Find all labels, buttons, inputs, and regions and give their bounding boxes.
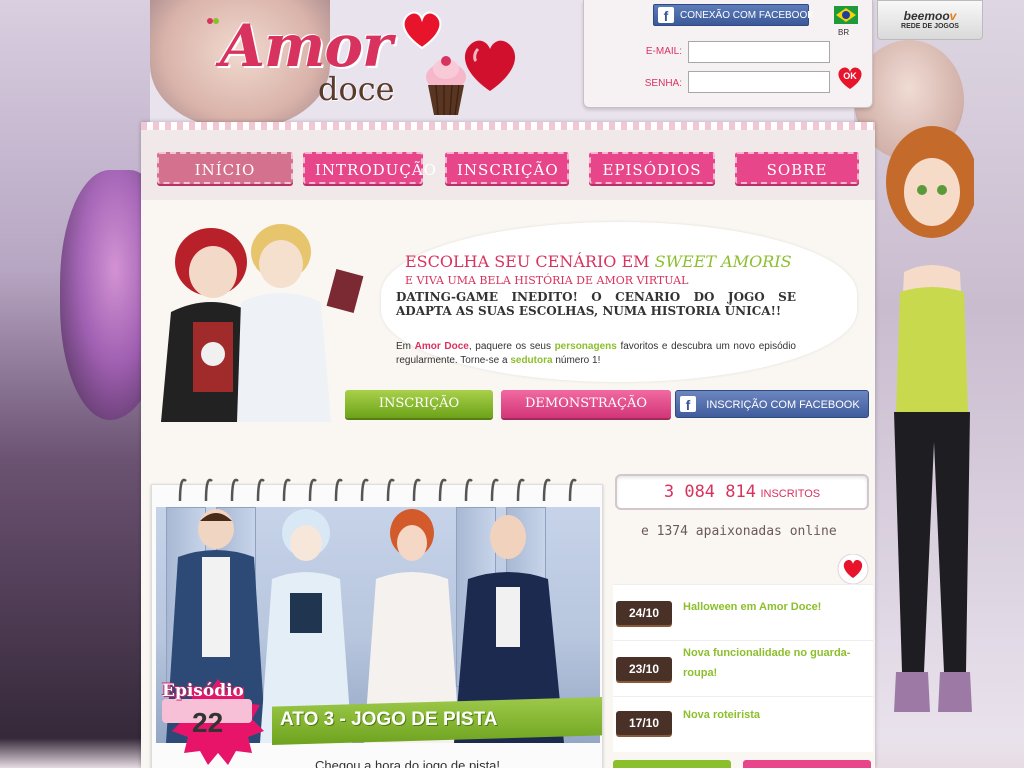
network-name: beemoov — [903, 9, 957, 23]
logo-doce-text: doce — [318, 70, 395, 108]
heart-icon — [402, 11, 442, 50]
bottom-demo-button[interactable] — [743, 760, 871, 768]
facebook-signup-label: INSCRIÇÃO COM FACEBOOK — [706, 399, 860, 411]
signup-button[interactable]: INSCRIÇÃO — [345, 390, 493, 418]
demo-button[interactable]: DEMONSTRAÇÃO — [501, 390, 671, 418]
ok-heart-icon: OK — [838, 67, 862, 89]
login-panel: f CONEXÃO COM FACEBOOK BR E-MAIL: SENHA:… — [583, 0, 873, 108]
facebook-connect-button[interactable]: f CONEXÃO COM FACEBOOK — [653, 4, 814, 26]
news-title[interactable]: Halloween em Amor Doce! — [683, 597, 869, 617]
mascot-character — [886, 126, 974, 712]
banner-subheadline: E VIVA UMA BELA HISTÓRIA DE AMOR VIRTUAL — [405, 274, 689, 287]
cupcake-icon — [426, 56, 466, 116]
facebook-icon: f — [658, 7, 674, 24]
episode-teaser: Chegou a hora do jogo de pista! — [315, 758, 501, 768]
subscriber-counter: 3 084 814 INSCRITOS — [615, 474, 869, 510]
news-item[interactable]: 17/10 Nova roteirista — [613, 696, 873, 752]
news-item[interactable]: 24/10 Halloween em Amor Doce! — [613, 584, 873, 640]
nav-sobre[interactable]: SOBRE — [735, 152, 859, 184]
banner-headline: ESCOLHA SEU CENÁRIO EM SWEET AMORIS — [405, 252, 792, 271]
facebook-connect-label: CONEXÃO COM FACEBOOK — [680, 10, 814, 21]
main-nav: INÍCIO INTRODUÇÃO INSCRIÇÃO EPISÓDIOS SO… — [155, 152, 861, 192]
subscriber-label: INSCRITOS — [760, 488, 821, 500]
banner-tagline: DATING-GAME INEDITO! O CENARIO DO JOGO S… — [396, 290, 796, 318]
subscriber-count: 3 084 814 — [663, 482, 756, 502]
episode-label: Episódio — [162, 681, 244, 701]
paper-top-stripe — [141, 122, 875, 130]
ok-label: OK — [843, 71, 857, 81]
episode-card[interactable]: Episódio 22 ATO 3 - JOGO DE PISTA — [151, 478, 603, 768]
banner-description: Em Amor Doce, paquere os seus personagen… — [396, 341, 796, 366]
news-item[interactable]: 23/10 Nova funcionalidade no guarda-roup… — [613, 640, 873, 696]
nav-inscricao[interactable]: INSCRIÇÃO — [445, 152, 569, 184]
brazil-flag-icon[interactable] — [834, 6, 858, 24]
password-label: SENHA: — [644, 78, 682, 89]
nav-introducao[interactable]: INTRODUÇÃO — [303, 152, 436, 184]
site-logo[interactable]: Amor doce — [200, 10, 530, 120]
bottom-buttons — [613, 754, 873, 768]
online-heart-icon — [837, 554, 869, 584]
network-subtitle: REDE DE JOGOS — [901, 23, 959, 30]
email-field[interactable] — [688, 41, 830, 63]
facebook-icon: f — [680, 396, 696, 413]
news-title[interactable]: Nova roteirista — [683, 705, 869, 725]
language-label: BR — [838, 28, 850, 37]
login-ok-button[interactable]: OK — [836, 66, 864, 90]
email-label: E-MAIL: — [645, 46, 682, 57]
online-count: e 1374 apaixonadas online — [641, 524, 837, 539]
sprinkle-icon — [207, 18, 219, 24]
news-date: 17/10 — [616, 711, 672, 735]
beemoov-network-link[interactable]: beemoov REDE DE JOGOS — [877, 0, 983, 40]
news-date: 24/10 — [616, 601, 672, 625]
bottom-signup-button[interactable] — [613, 760, 731, 768]
nav-inicio[interactable]: INÍCIO — [157, 152, 293, 184]
news-date: 23/10 — [616, 657, 672, 681]
nav-episodios[interactable]: EPISÓDIOS — [589, 152, 715, 184]
password-field[interactable] — [688, 71, 830, 93]
notebook-spiral — [178, 478, 577, 502]
main-content: INÍCIO INTRODUÇÃO INSCRIÇÃO EPISÓDIOS SO… — [141, 122, 875, 768]
episode-title: ATO 3 - JOGO DE PISTA — [280, 709, 498, 730]
episode-number: 22 — [192, 707, 224, 738]
news-title[interactable]: Nova funcionalidade no guarda-roupa! — [683, 643, 869, 683]
facebook-signup-button[interactable]: f INSCRIÇÃO COM FACEBOOK — [675, 390, 869, 418]
